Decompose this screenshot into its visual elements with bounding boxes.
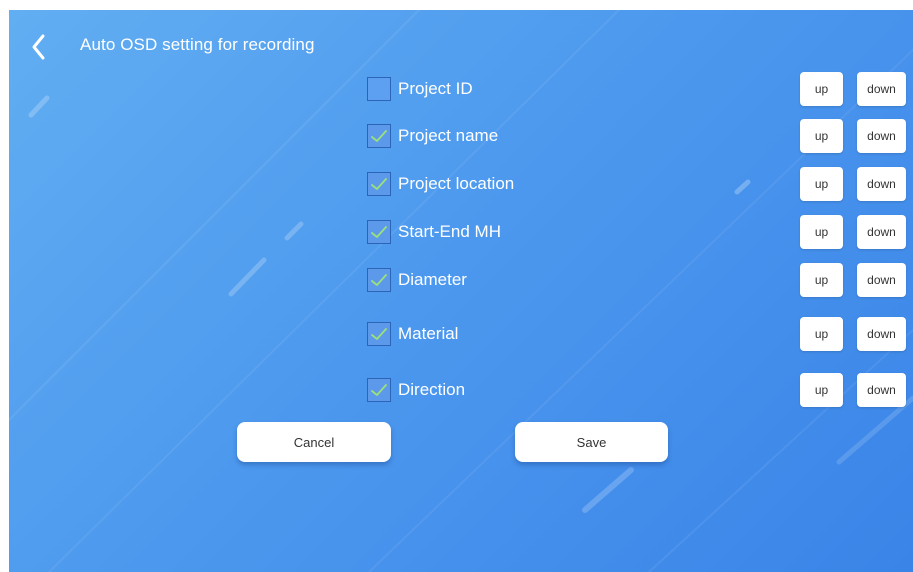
osd-settings-screen: Auto OSD setting for recording Project I… bbox=[9, 10, 913, 572]
move-down-button[interactable]: down bbox=[857, 317, 906, 351]
option-row: Project name up down bbox=[9, 117, 913, 157]
option-row: Direction up down bbox=[9, 371, 913, 411]
option-checkbox[interactable] bbox=[367, 124, 391, 148]
move-up-button[interactable]: up bbox=[800, 373, 843, 407]
option-label: Diameter bbox=[398, 270, 467, 289]
option-row: Project ID up down bbox=[9, 70, 913, 110]
move-down-button[interactable]: down bbox=[857, 167, 906, 201]
move-down-button[interactable]: down bbox=[857, 373, 906, 407]
option-label: Start-End MH bbox=[398, 222, 501, 241]
checkmark-icon bbox=[371, 130, 387, 142]
option-checkbox[interactable] bbox=[367, 268, 391, 292]
move-down-button[interactable]: down bbox=[857, 119, 906, 153]
move-up-button[interactable]: up bbox=[800, 263, 843, 297]
chevron-left-icon[interactable] bbox=[29, 33, 49, 61]
option-label: Project location bbox=[398, 174, 515, 193]
option-checkbox[interactable] bbox=[367, 77, 391, 101]
move-up-button[interactable]: up bbox=[800, 72, 843, 106]
cancel-button[interactable]: Cancel bbox=[237, 422, 391, 462]
option-checkbox[interactable] bbox=[367, 378, 391, 402]
option-row: Project location up down bbox=[9, 165, 913, 205]
option-checkbox[interactable] bbox=[367, 322, 391, 346]
option-row: Start-End MH up down bbox=[9, 213, 913, 253]
option-label: Project ID bbox=[398, 79, 473, 98]
checkmark-icon bbox=[371, 328, 387, 340]
option-label: Direction bbox=[398, 380, 466, 399]
option-row: Diameter up down bbox=[9, 261, 913, 301]
move-down-button[interactable]: down bbox=[857, 72, 906, 106]
checkmark-icon bbox=[371, 178, 387, 190]
option-checkbox[interactable] bbox=[367, 172, 391, 196]
option-label: Project name bbox=[398, 126, 499, 145]
option-label: Material bbox=[398, 324, 459, 343]
option-row: Material up down bbox=[9, 315, 913, 355]
move-up-button[interactable]: up bbox=[800, 167, 843, 201]
move-up-button[interactable]: up bbox=[800, 215, 843, 249]
move-up-button[interactable]: up bbox=[800, 119, 843, 153]
move-down-button[interactable]: down bbox=[857, 263, 906, 297]
save-button[interactable]: Save bbox=[515, 422, 668, 462]
checkmark-icon bbox=[371, 226, 387, 238]
option-checkbox[interactable] bbox=[367, 220, 391, 244]
checkmark-icon bbox=[371, 384, 387, 396]
move-up-button[interactable]: up bbox=[800, 317, 843, 351]
move-down-button[interactable]: down bbox=[857, 215, 906, 249]
checkmark-icon bbox=[371, 274, 387, 286]
page-title: Auto OSD setting for recording bbox=[80, 35, 315, 54]
